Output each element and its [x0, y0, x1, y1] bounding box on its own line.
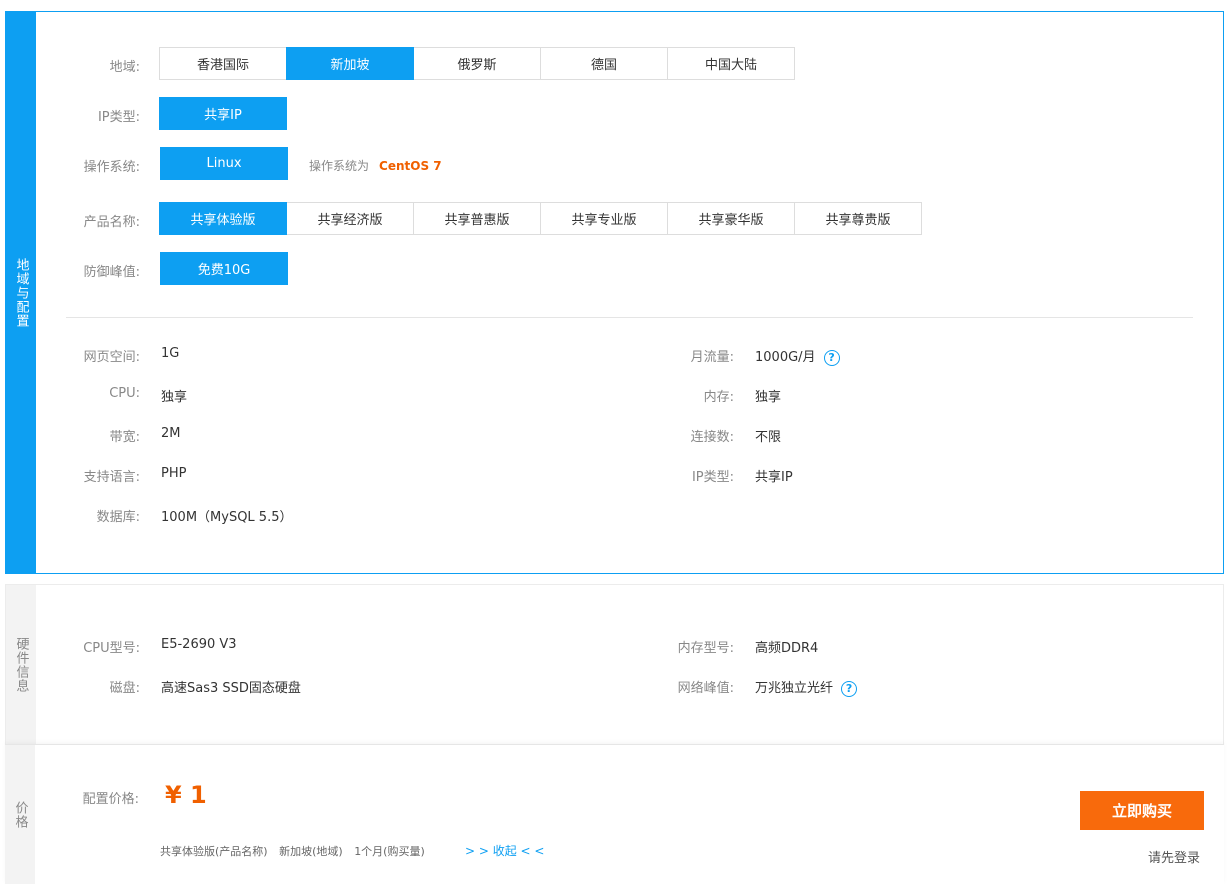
spec-label-bandwidth: 带宽:	[109, 430, 140, 445]
spec-label-cpu: CPU:	[109, 386, 140, 401]
defense-label: 防御峰值:	[83, 265, 140, 280]
os-option-linux[interactable]: Linux	[160, 147, 288, 180]
summary-quantity: 1个月(购买量)	[354, 845, 425, 858]
region-options: 香港国际 新加坡 俄罗斯 德国 中国大陆	[159, 47, 795, 80]
hw-label-disk: 磁盘:	[109, 681, 140, 696]
product-option-economy[interactable]: 共享经济版	[286, 202, 414, 235]
ip-type-options: 共享IP	[159, 97, 287, 130]
region-option-singapore[interactable]: 新加坡	[286, 47, 414, 80]
price-label: 配置价格:	[82, 792, 139, 807]
spec-value-traffic: 1000G/月?	[755, 346, 840, 366]
hw-value-network: 万兆独立光纤?	[755, 677, 858, 697]
collapse-toggle[interactable]: > > 收起 < <	[465, 842, 544, 859]
hw-value-disk: 高速Sas3 SSD固态硬盘	[161, 681, 301, 696]
product-option-premium[interactable]: 共享尊贵版	[794, 202, 922, 235]
side-tab-hardware[interactable]: 硬件信息	[6, 585, 36, 745]
order-summary: 共享体验版(产品名称) 新加坡(地域) 1个月(购买量)	[160, 843, 433, 859]
product-option-trial[interactable]: 共享体验版	[159, 202, 287, 235]
region-config-panel: 地域与配置 地域: 香港国际 新加坡 俄罗斯 德国 中国大陆 IP类型: 共享I…	[5, 11, 1224, 574]
spec-value-bandwidth: 2M	[161, 426, 181, 441]
hardware-panel: 硬件信息 CPU型号: E5-2690 V3 磁盘: 高速Sas3 SSD固态硬…	[5, 584, 1224, 746]
product-option-professional[interactable]: 共享专业版	[540, 202, 668, 235]
hw-label-cpu-model: CPU型号:	[83, 641, 140, 656]
product-label: 产品名称:	[83, 215, 140, 230]
hw-label-network: 网络峰值:	[677, 681, 734, 696]
product-option-deluxe[interactable]: 共享豪华版	[667, 202, 795, 235]
spec-value-connections: 不限	[755, 430, 782, 445]
ip-type-option-shared[interactable]: 共享IP	[159, 97, 287, 130]
summary-region: 新加坡(地域)	[279, 845, 343, 858]
region-option-russia[interactable]: 俄罗斯	[413, 47, 541, 80]
region-option-germany[interactable]: 德国	[540, 47, 668, 80]
spec-label-traffic: 月流量:	[690, 350, 734, 365]
hw-label-memory-model: 内存型号:	[677, 641, 734, 656]
region-label: 地域:	[109, 60, 140, 75]
spec-label-web-space: 网页空间:	[83, 350, 140, 365]
side-tab-label: 价格	[12, 800, 28, 829]
summary-product: 共享体验版(产品名称)	[160, 845, 268, 858]
spec-label-database: 数据库:	[96, 510, 140, 525]
os-note-value: CentOS 7	[379, 159, 442, 173]
side-tab-region-config[interactable]: 地域与配置	[6, 12, 36, 573]
divider	[66, 317, 1193, 318]
hw-value-network-text: 万兆独立光纤	[755, 681, 834, 696]
product-options: 共享体验版 共享经济版 共享普惠版 共享专业版 共享豪华版 共享尊贵版	[159, 202, 922, 235]
spec-label-memory: 内存:	[703, 390, 734, 405]
spec-value-language: PHP	[161, 466, 187, 481]
defense-option-free10g[interactable]: 免费10G	[160, 252, 288, 285]
spec-value-cpu: 独享	[161, 390, 188, 405]
os-note: 操作系统为 CentOS 7	[309, 157, 442, 174]
login-link[interactable]: 请先登录	[1148, 847, 1200, 866]
spec-value-memory: 独享	[755, 390, 782, 405]
hw-value-memory-model: 高频DDR4	[755, 641, 819, 656]
question-circle-icon[interactable]: ?	[823, 349, 840, 366]
spec-value-database: 100M（MySQL 5.5）	[161, 510, 293, 525]
spec-label-language: 支持语言:	[83, 470, 140, 485]
hw-value-cpu-model: E5-2690 V3	[161, 637, 237, 652]
side-tab-label: 地域与配置	[13, 257, 29, 328]
spec-value-ip-type: 共享IP	[755, 470, 793, 485]
os-note-text: 操作系统为	[309, 159, 370, 173]
spec-value-web-space: 1G	[161, 346, 180, 361]
ip-type-label: IP类型:	[97, 110, 140, 125]
spec-value-traffic-text: 1000G/月	[755, 350, 816, 365]
price-panel: 价格 配置价格: ¥ 1 共享体验版(产品名称) 新加坡(地域) 1个月(购买量…	[5, 744, 1224, 884]
region-option-hongkong[interactable]: 香港国际	[159, 47, 287, 80]
spec-label-ip-type: IP类型:	[691, 470, 734, 485]
region-option-mainland[interactable]: 中国大陆	[667, 47, 795, 80]
buy-now-button[interactable]: 立即购买	[1080, 791, 1204, 830]
side-tab-label: 硬件信息	[13, 637, 29, 693]
defense-options: 免费10G	[160, 252, 288, 285]
question-circle-icon[interactable]: ?	[841, 680, 858, 697]
os-options: Linux	[160, 147, 288, 180]
side-tab-price[interactable]: 价格	[5, 745, 35, 884]
product-option-inclusive[interactable]: 共享普惠版	[413, 202, 541, 235]
os-label: 操作系统:	[83, 160, 140, 175]
price-value: ¥ 1	[165, 781, 207, 809]
spec-label-connections: 连接数:	[690, 430, 734, 445]
